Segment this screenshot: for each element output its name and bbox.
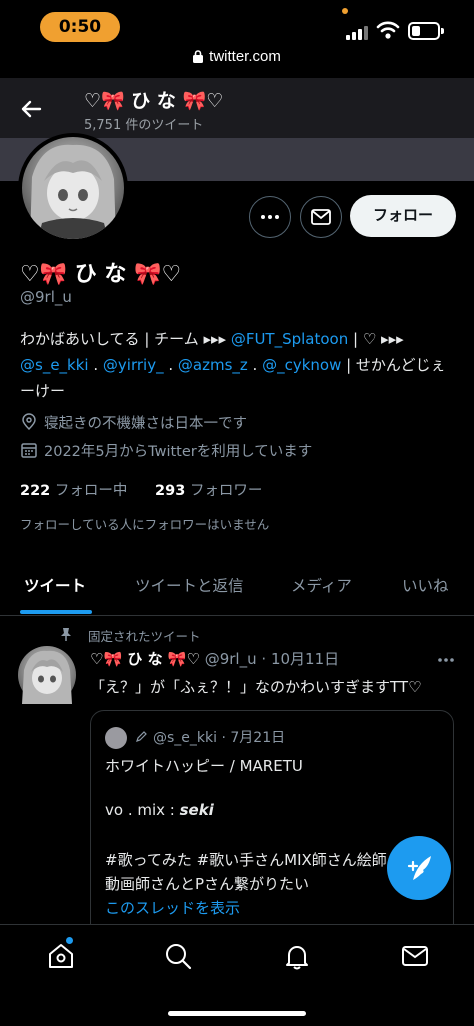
privacy-indicator-dot <box>342 8 348 14</box>
home-indicator[interactable] <box>168 1011 306 1016</box>
pin-icon <box>61 628 71 641</box>
wifi-icon <box>376 21 400 39</box>
profile-bio: わかばあいしてる | チーム ▸▸▸ @FUT_Splatoon | ♡ ▸▸▸… <box>20 326 460 404</box>
followers-link[interactable]: 293 フォロワー <box>155 483 262 499</box>
header-tweet-count: 5,751 件のツイート <box>84 118 204 133</box>
followers-label: フォロワー <box>189 483 263 499</box>
joined-text: 2022年5月からTwitterを利用しています <box>44 444 313 460</box>
tab-tweets[interactable]: ツイート <box>24 574 86 596</box>
bio-separator: . <box>163 356 178 374</box>
show-thread-link[interactable]: このスレッドを表示 <box>105 897 240 918</box>
tweet-text: 「え？」が「ふぇ？！」なのかわいすぎますTT♡ <box>90 678 422 696</box>
tweet-date[interactable]: 10月11日 <box>271 650 339 668</box>
tweet-author-handle[interactable]: @9rl_u <box>205 650 257 668</box>
quoted-author-avatar <box>105 727 127 749</box>
quoted-credit-name: seki <box>179 801 214 819</box>
profile-display-name: ♡🎀 ひ な 🎀♡ <box>20 262 182 287</box>
tweet-separator: · <box>261 650 267 668</box>
mail-icon <box>311 209 331 225</box>
quoted-author-handle: @s_e_kki <box>153 730 218 746</box>
follow-button[interactable]: フォロー <box>350 195 456 237</box>
status-bar: 0:50 <box>0 0 474 52</box>
active-tab-indicator <box>20 610 92 614</box>
quoted-line-1: ホワイトハッピー / MARETU <box>105 757 303 775</box>
followers-count: 293 <box>155 483 186 499</box>
bio-text: | せかんどじぇ <box>341 356 446 374</box>
tab-media[interactable]: メディア <box>291 574 352 596</box>
compose-icon <box>407 856 431 880</box>
quoted-tweet-header: @s_e_kki · 7月21日 <box>135 727 285 747</box>
quoted-tweet[interactable]: @s_e_kki · 7月21日 ホワイトハッピー / MARETU vo . … <box>90 710 454 940</box>
avatar-illustration <box>30 144 116 239</box>
profile-tabs: ツイート ツイートと返信 メディア いいね <box>0 560 474 616</box>
following-label: フォロー中 <box>54 483 128 499</box>
following-count: 222 <box>20 483 51 499</box>
header-display-name: ♡🎀 ひ な 🎀♡ <box>84 90 224 112</box>
quoted-line-3: #歌ってみた #歌い手さんMIX師さん絵師 <box>105 851 387 869</box>
profile-location: 寝起きの不機嫌さは日本一です <box>20 412 247 433</box>
location-icon <box>22 413 36 431</box>
home-icon[interactable] <box>46 941 76 971</box>
more-options-button[interactable] <box>249 196 291 238</box>
profile-avatar[interactable] <box>18 133 128 243</box>
quoted-credit-label: vo . mix : <box>105 801 180 819</box>
bio-mention-4[interactable]: @_cyknow <box>262 356 341 374</box>
pinned-label: 固定されたツイート <box>88 629 201 644</box>
calendar-icon <box>21 443 37 458</box>
battery-icon <box>408 22 444 40</box>
pencil-icon <box>136 731 147 742</box>
bio-mention-3[interactable]: @azms_z <box>178 356 248 374</box>
status-time: 0:50 <box>40 12 120 42</box>
bio-text: わかばあいしてる | チーム ▸▸▸ <box>20 330 231 348</box>
url-text: twitter.com <box>209 48 281 65</box>
lock-icon <box>193 50 204 63</box>
url-bar[interactable]: twitter.com <box>0 48 474 74</box>
location-text: 寝起きの不機嫌さは日本一です <box>44 416 247 432</box>
message-button[interactable] <box>300 196 342 238</box>
quoted-line-2: vo . mix : seki <box>105 801 214 819</box>
bio-line-1: わかばあいしてる | チーム ▸▸▸ @FUT_Splatoon | ♡ ▸▸▸ <box>20 326 460 352</box>
tab-likes[interactable]: いいね <box>402 574 449 596</box>
quoted-line-4: 動画師さんとPさん繋がりたい <box>105 875 310 893</box>
quoted-separator: · <box>221 730 226 746</box>
bell-icon[interactable] <box>282 941 312 971</box>
home-notification-dot <box>66 937 73 944</box>
tab-tweets-and-replies[interactable]: ツイートと返信 <box>135 574 244 596</box>
tweet-header: ♡🎀 ひ な 🎀♡ @9rl_u · 10月11日 <box>90 648 339 669</box>
bio-mention-1[interactable]: @s_e_kki <box>20 356 89 374</box>
profile-joined: 2022年5月からTwitterを利用しています <box>20 440 312 461</box>
search-icon[interactable] <box>163 941 193 971</box>
tweet-author-avatar[interactable] <box>18 646 76 704</box>
bio-line-3: ーけー <box>20 382 66 400</box>
bio-separator: . <box>247 356 263 374</box>
cellular-signal-icon <box>346 24 370 40</box>
bio-text: | ♡ ▸▸▸ <box>348 330 404 348</box>
bio-mention-2[interactable]: @yirriy_ <box>103 356 164 374</box>
quoted-date: 7月21日 <box>230 730 286 746</box>
messages-icon[interactable] <box>400 941 430 971</box>
profile-handle: @9rl_u <box>20 288 72 306</box>
bio-separator: . <box>88 356 103 374</box>
bio-line-2: @s_e_kki . @yirriy_ . @azms_z . @_cyknow… <box>20 352 460 378</box>
avatar-illustration <box>22 650 72 704</box>
following-link[interactable]: 222 フォロー中 <box>20 483 127 499</box>
follow-stats: 222 フォロー中 293 フォロワー <box>20 479 262 500</box>
back-arrow-icon[interactable] <box>16 94 46 124</box>
bottom-navigation <box>0 924 474 1026</box>
profile-header-bar: ♡🎀 ひ な 🎀♡ 5,751 件のツイート <box>0 78 474 138</box>
compose-tweet-button[interactable] <box>387 836 451 900</box>
more-icon <box>261 215 279 219</box>
bio-link-team[interactable]: @FUT_Splatoon <box>231 330 348 348</box>
mutual-followers-note: フォローしている人にフォロワーはいません <box>20 517 270 532</box>
tweet-author-name[interactable]: ♡🎀 ひ な 🎀♡ <box>90 650 200 668</box>
tweet-more-icon[interactable] <box>436 650 456 670</box>
